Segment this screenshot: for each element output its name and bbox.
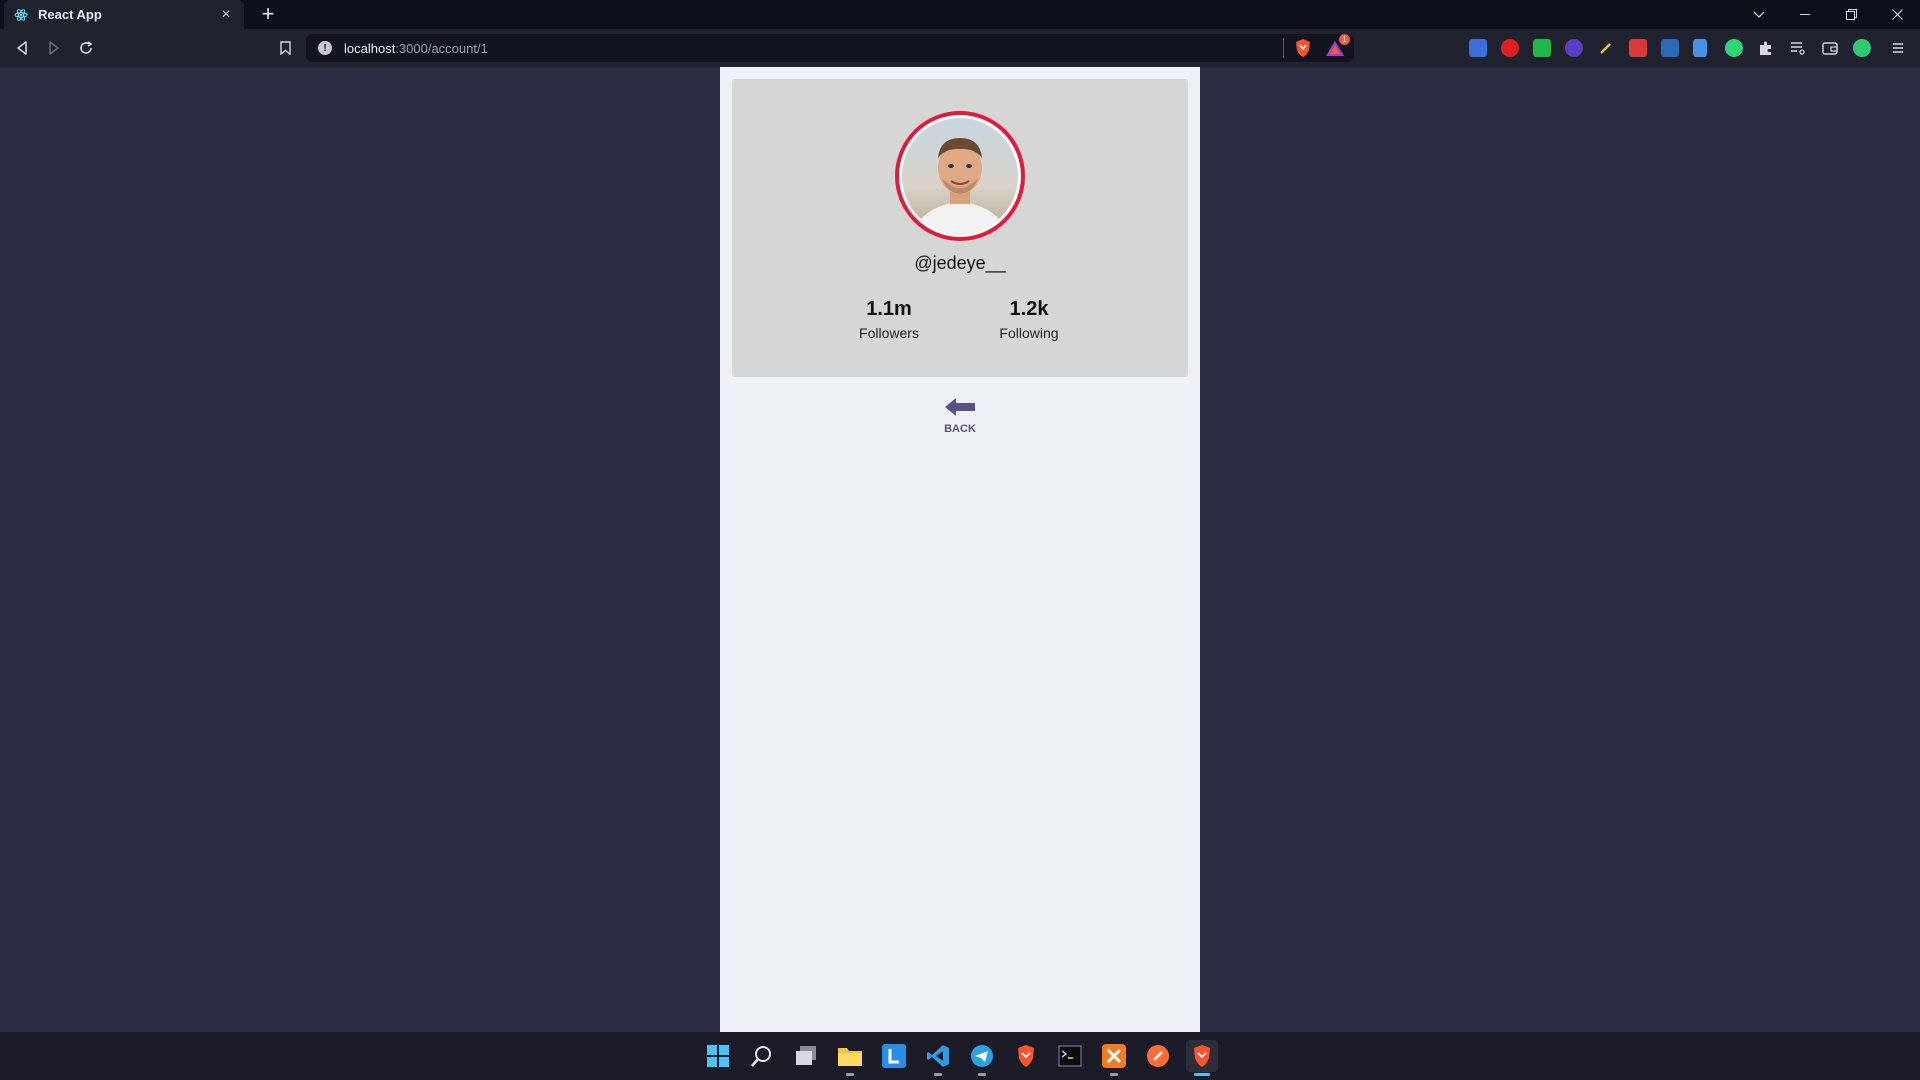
brave-shield-icon[interactable] bbox=[1292, 37, 1314, 59]
back-label: BACK bbox=[944, 423, 976, 435]
xampp-icon[interactable] bbox=[1098, 1040, 1130, 1076]
translate-extension-icon[interactable] bbox=[1469, 39, 1487, 57]
postman-icon[interactable] bbox=[1142, 1040, 1174, 1072]
brave-active-icon[interactable] bbox=[1186, 1040, 1218, 1076]
extension-purple-icon[interactable] bbox=[1565, 39, 1583, 57]
extension-screenshot-icon[interactable] bbox=[1661, 39, 1679, 57]
pen-extension-icon[interactable] bbox=[1597, 39, 1615, 57]
tab-search-icon[interactable] bbox=[1736, 0, 1782, 29]
following-count: 1.2k bbox=[1009, 298, 1049, 320]
browser-tab[interactable]: React App × bbox=[4, 0, 244, 29]
reload-icon[interactable] bbox=[74, 36, 98, 60]
forward-nav-icon[interactable] bbox=[42, 36, 66, 60]
telegram-icon[interactable] bbox=[966, 1040, 998, 1076]
close-tab-icon[interactable]: × bbox=[218, 6, 234, 24]
active-indicator bbox=[1194, 1073, 1210, 1076]
running-indicator bbox=[1110, 1073, 1118, 1076]
back-button[interactable]: BACK bbox=[934, 397, 986, 435]
file-explorer-icon[interactable] bbox=[834, 1040, 866, 1076]
rewards-badge: 1 bbox=[1339, 34, 1350, 45]
profile-card: @jedeye__ 1.1m Followers 1.2k Following bbox=[732, 79, 1188, 377]
react-favicon-icon bbox=[14, 8, 28, 22]
profile-avatar-icon[interactable] bbox=[1853, 39, 1871, 57]
url-path: :3000/account/1 bbox=[395, 40, 488, 56]
tab-title: React App bbox=[38, 7, 102, 22]
followers-label: Followers bbox=[859, 325, 919, 341]
wallet-icon[interactable] bbox=[1821, 39, 1839, 57]
site-info-icon[interactable]: ! bbox=[318, 41, 332, 55]
new-tab-button[interactable]: + bbox=[256, 3, 280, 27]
extension-plus-icon[interactable] bbox=[1725, 39, 1743, 57]
extension-red-icon[interactable] bbox=[1501, 39, 1519, 57]
menu-icon[interactable] bbox=[1889, 39, 1907, 57]
following-stat[interactable]: 1.2k Following bbox=[969, 298, 1089, 341]
url-divider bbox=[1283, 38, 1284, 58]
running-indicator bbox=[978, 1073, 986, 1076]
running-indicator bbox=[934, 1073, 942, 1076]
avatar bbox=[902, 118, 1018, 234]
title-bar: React App × + bbox=[0, 0, 1920, 29]
app-page: @jedeye__ 1.1m Followers 1.2k Following … bbox=[720, 67, 1200, 1032]
back-arrow-icon bbox=[944, 397, 976, 422]
playlist-icon[interactable] bbox=[1789, 39, 1807, 57]
restore-button[interactable] bbox=[1828, 0, 1874, 29]
following-label: Following bbox=[999, 325, 1059, 341]
address-bar[interactable]: ! localhost:3000/account/1 1 bbox=[306, 34, 1354, 62]
followers-count: 1.1m bbox=[866, 298, 912, 320]
terminal-icon[interactable] bbox=[1054, 1040, 1086, 1072]
url-host: localhost bbox=[344, 40, 396, 56]
extension-doc-icon[interactable] bbox=[1693, 39, 1707, 57]
followers-stat[interactable]: 1.1m Followers bbox=[829, 298, 949, 341]
bookmark-icon[interactable] bbox=[274, 37, 296, 59]
vscode-icon[interactable] bbox=[922, 1040, 954, 1076]
minimize-button[interactable] bbox=[1782, 0, 1828, 29]
back-nav-icon[interactable] bbox=[10, 36, 34, 60]
username: @jedeye__ bbox=[914, 253, 1006, 273]
close-window-button[interactable] bbox=[1874, 0, 1920, 29]
extension-green-icon[interactable] bbox=[1533, 39, 1551, 57]
search-icon[interactable] bbox=[746, 1040, 778, 1072]
windows-start-icon[interactable] bbox=[702, 1040, 734, 1072]
l-app-icon[interactable] bbox=[878, 1040, 910, 1072]
running-indicator bbox=[846, 1073, 854, 1076]
brave-rewards-icon[interactable]: 1 bbox=[1324, 34, 1350, 59]
extensions-puzzle-icon[interactable] bbox=[1757, 39, 1775, 57]
browser-toolbar: ! localhost:3000/account/1 1 bbox=[0, 29, 1920, 67]
extension-gift-icon[interactable] bbox=[1629, 39, 1647, 57]
task-view-icon[interactable] bbox=[790, 1040, 822, 1072]
avatar-ring bbox=[895, 111, 1025, 241]
taskbar bbox=[0, 1032, 1920, 1080]
brave-icon[interactable] bbox=[1010, 1040, 1042, 1072]
